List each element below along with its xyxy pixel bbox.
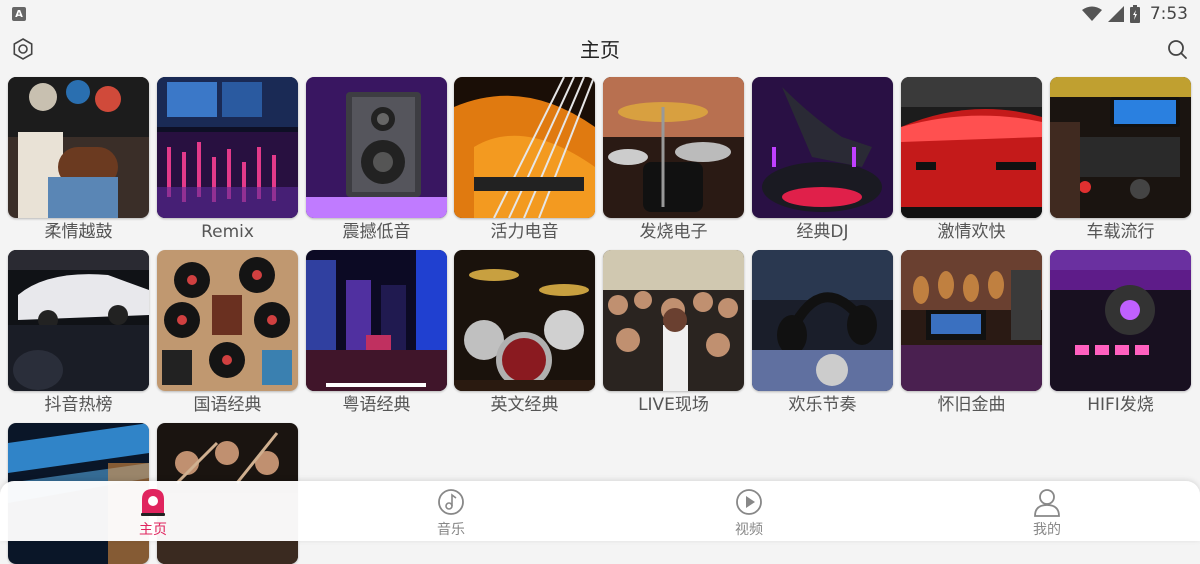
- category-tile[interactable]: 激情欢快: [901, 77, 1042, 243]
- category-label: 柔情越鼓: [44, 222, 113, 242]
- category-label: 发烧电子: [639, 222, 708, 242]
- status-time: 7:53: [1149, 4, 1188, 24]
- music-icon: [436, 487, 466, 517]
- concert-crowd-photo[interactable]: [603, 250, 744, 391]
- category-tile[interactable]: 国语经典: [157, 250, 298, 416]
- category-label: 激情欢快: [937, 222, 1006, 242]
- category-tile[interactable]: 粤语经典: [306, 250, 447, 416]
- speaker-photo[interactable]: [306, 77, 447, 218]
- category-label: 国语经典: [193, 395, 262, 415]
- category-label: 粤语经典: [342, 395, 411, 415]
- home-icon: [138, 487, 168, 517]
- profile-icon: [1032, 487, 1062, 517]
- race-car-photo[interactable]: [8, 250, 149, 391]
- category-tile[interactable]: Remix: [157, 77, 298, 243]
- app-indicator-icon: A: [12, 7, 26, 21]
- category-tile[interactable]: 车载流行: [1050, 77, 1191, 243]
- bottom-nav: 主页 音乐 视频 我的: [0, 481, 1200, 541]
- category-label: 车载流行: [1086, 222, 1155, 242]
- bass-guitar-photo[interactable]: [454, 77, 595, 218]
- nav-music[interactable]: 音乐: [391, 481, 511, 541]
- category-tile[interactable]: 抖音热榜: [8, 250, 149, 416]
- nav-profile-label: 我的: [1033, 522, 1061, 538]
- nav-video[interactable]: 视频: [689, 481, 809, 541]
- dj-turntable-photo[interactable]: [752, 77, 893, 218]
- category-tile[interactable]: 欢乐节奏: [752, 250, 893, 416]
- status-left: A: [12, 7, 26, 21]
- settings-icon[interactable]: [12, 38, 34, 60]
- category-label: 活力电音: [490, 222, 559, 242]
- drum-kit-photo[interactable]: [603, 77, 744, 218]
- category-label: 抖音热榜: [44, 395, 113, 415]
- signal-icon: [1107, 6, 1124, 22]
- wifi-icon: [1081, 6, 1102, 22]
- vinyl-records-photo[interactable]: [157, 250, 298, 391]
- category-label: 震撼低音: [342, 222, 411, 242]
- category-label: 怀旧金曲: [937, 395, 1006, 415]
- drum-set-photo[interactable]: [454, 250, 595, 391]
- nav-home[interactable]: 主页: [93, 481, 213, 541]
- search-icon[interactable]: [1166, 38, 1188, 60]
- category-label: Remix: [201, 222, 254, 242]
- category-tile[interactable]: 发烧电子: [603, 77, 744, 243]
- mixing-console-photo[interactable]: [157, 77, 298, 218]
- guitar-studio-photo[interactable]: [901, 250, 1042, 391]
- nav-music-label: 音乐: [437, 522, 465, 538]
- nav-video-label: 视频: [735, 522, 763, 538]
- headphones-photo[interactable]: [752, 250, 893, 391]
- nav-profile[interactable]: 我的: [987, 481, 1107, 541]
- category-tile[interactable]: HIFI发烧: [1050, 250, 1191, 416]
- dj-controller-photo[interactable]: [1050, 250, 1191, 391]
- category-label: HIFI发烧: [1087, 395, 1154, 415]
- nav-home-label: 主页: [139, 522, 167, 538]
- page-title: 主页: [580, 37, 620, 62]
- video-icon: [734, 487, 764, 517]
- category-tile[interactable]: 震撼低音: [306, 77, 447, 243]
- status-bar: A 7:53: [0, 0, 1200, 28]
- category-tile[interactable]: 怀旧金曲: [901, 250, 1042, 416]
- category-label: 经典DJ: [796, 222, 849, 242]
- category-tile[interactable]: 英文经典: [454, 250, 595, 416]
- category-label: LIVE现场: [638, 395, 709, 415]
- category-label: 欢乐节奏: [788, 395, 857, 415]
- category-tile[interactable]: 经典DJ: [752, 77, 893, 243]
- car-dashboard-photo[interactable]: [1050, 77, 1191, 218]
- drummer-photo[interactable]: [8, 77, 149, 218]
- title-bar: 主页: [0, 28, 1200, 68]
- category-label: 英文经典: [490, 395, 559, 415]
- status-right: 7:53: [1081, 4, 1188, 24]
- category-tile[interactable]: 活力电音: [454, 77, 595, 243]
- category-tile[interactable]: LIVE现场: [603, 250, 744, 416]
- red-car-photo[interactable]: [901, 77, 1042, 218]
- city-night-photo[interactable]: [306, 250, 447, 391]
- category-tile[interactable]: 柔情越鼓: [8, 77, 149, 243]
- battery-icon: [1129, 5, 1140, 23]
